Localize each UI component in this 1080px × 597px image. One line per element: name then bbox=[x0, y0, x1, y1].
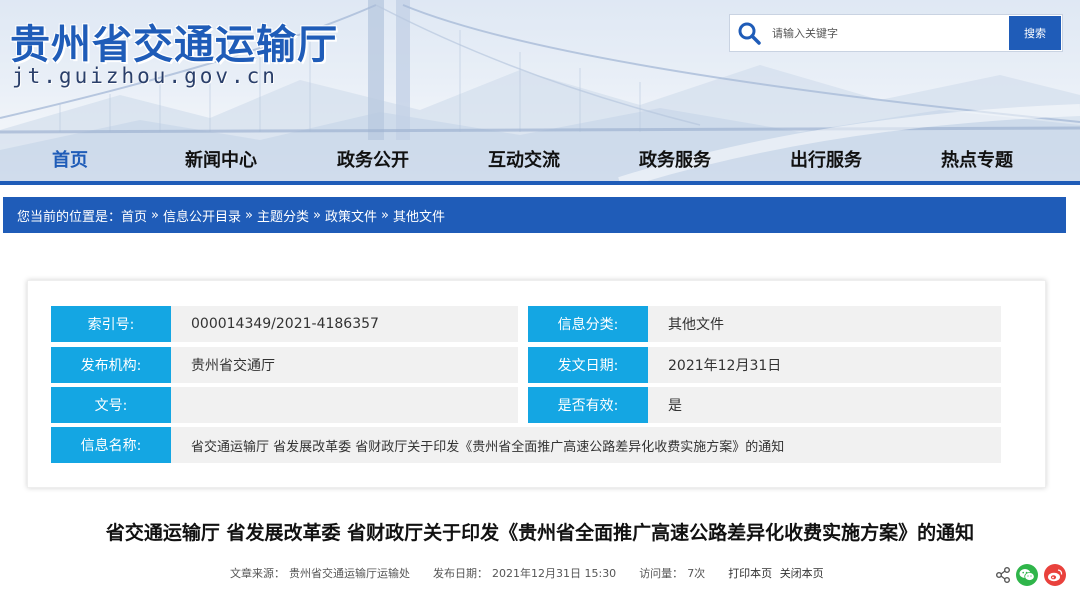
breadcrumb-prefix: 您当前的位置是： bbox=[17, 209, 122, 225]
info-value-date: 2021年12月31日 bbox=[668, 358, 782, 374]
info-label-name: 信息名称: bbox=[51, 427, 171, 463]
nav-item-home[interactable]: 首页 bbox=[52, 142, 88, 180]
wechat-icon[interactable] bbox=[1016, 564, 1038, 586]
breadcrumb-item-topic[interactable]: 主题分类 bbox=[257, 206, 309, 225]
breadcrumb-item-home[interactable]: 首页 bbox=[121, 206, 147, 225]
site-header: 贵州省交通运输厅 jt.guizhou.gov.cn 搜索 首页 新闻中心 政务… bbox=[0, 0, 1080, 183]
info-value-publisher: 贵州省交通厅 bbox=[191, 358, 275, 374]
search-button[interactable]: 搜索 bbox=[1009, 16, 1061, 50]
search-input[interactable] bbox=[768, 16, 1009, 50]
info-row-valid: 是否有效: 是 bbox=[528, 387, 1001, 423]
info-row-category: 信息分类: 其他文件 bbox=[528, 306, 1001, 342]
info-row-name: 信息名称: 省交通运输厅 省发展改革委 省财政厅关于印发《贵州省全面推广高速公路… bbox=[51, 427, 1001, 463]
info-label-date: 发文日期: bbox=[528, 347, 648, 383]
breadcrumb-separator: » bbox=[380, 207, 389, 223]
article-title: 省交通运输厅 省发展改革委 省财政厅关于印发《贵州省全面推广高速公路差异化收费实… bbox=[105, 522, 975, 544]
info-label-valid: 是否有效: bbox=[528, 387, 648, 423]
info-value-index: 000014349/2021-4186357 bbox=[191, 316, 379, 332]
breadcrumb-separator: » bbox=[151, 207, 159, 223]
breadcrumb-item-other[interactable]: 其他文件 bbox=[393, 206, 445, 225]
info-value-name: 省交通运输厅 省发展改革委 省财政厅关于印发《贵州省全面推广高速公路差异化收费实… bbox=[191, 439, 785, 455]
info-label-index: 索引号: bbox=[51, 306, 171, 342]
nav-item-topics[interactable]: 热点专题 bbox=[941, 142, 1013, 180]
site-domain: jt.guizhou.gov.cn bbox=[12, 64, 278, 88]
share-icon[interactable] bbox=[994, 566, 1012, 584]
close-page-link[interactable]: 关闭本页 bbox=[780, 567, 824, 580]
main-nav: 首页 新闻中心 政务公开 互动交流 政务服务 出行服务 热点专题 bbox=[0, 142, 1080, 180]
search-box: 搜索 bbox=[729, 14, 1063, 52]
info-row-index: 索引号: 000014349/2021-4186357 bbox=[51, 306, 518, 342]
breadcrumb: 您当前的位置是： 首页 » 信息公开目录 » 主题分类 » 政策文件 » 其他文… bbox=[3, 197, 1066, 233]
nav-underline bbox=[0, 181, 1080, 185]
info-label-publisher: 发布机构: bbox=[51, 347, 171, 383]
info-label-doc-no: 文号: bbox=[51, 387, 171, 423]
article-meta: 文章来源： 贵州省交通运输厅运输处 发布日期： 2021年12月31日 15:30 … bbox=[230, 565, 828, 581]
info-row-date: 发文日期: 2021年12月31日 bbox=[528, 347, 1001, 383]
info-value-category: 其他文件 bbox=[668, 317, 724, 333]
meta-source-label: 文章来源： bbox=[230, 567, 285, 580]
nav-item-gov-affairs[interactable]: 政务公开 bbox=[337, 142, 409, 180]
meta-source-value: 贵州省交通运输厅运输处 bbox=[289, 567, 410, 580]
breadcrumb-separator: » bbox=[313, 207, 321, 223]
weibo-icon[interactable] bbox=[1044, 564, 1066, 586]
nav-item-interaction[interactable]: 互动交流 bbox=[488, 142, 560, 180]
print-page-link[interactable]: 打印本页 bbox=[728, 567, 772, 580]
nav-item-services[interactable]: 政务服务 bbox=[639, 142, 711, 180]
breadcrumb-item-policy[interactable]: 政策文件 bbox=[325, 206, 377, 225]
share-bar bbox=[994, 564, 1066, 586]
breadcrumb-separator: » bbox=[245, 207, 253, 223]
meta-publish-label: 发布日期： bbox=[433, 567, 488, 580]
site-title: 贵州省交通运输厅 bbox=[10, 22, 338, 68]
info-label-category: 信息分类: bbox=[528, 306, 648, 342]
meta-publish-value: 2021年12月31日 15:30 bbox=[492, 567, 617, 580]
search-icon[interactable] bbox=[730, 15, 768, 51]
info-panel: 索引号: 000014349/2021-4186357 信息分类: 其他文件 发… bbox=[27, 280, 1046, 488]
nav-item-travel[interactable]: 出行服务 bbox=[790, 142, 862, 180]
meta-views-label: 访问量： bbox=[639, 567, 684, 580]
info-value-valid: 是 bbox=[668, 398, 682, 414]
info-row-doc-no: 文号: bbox=[51, 387, 518, 423]
breadcrumb-item-catalog[interactable]: 信息公开目录 bbox=[163, 206, 241, 225]
nav-item-news[interactable]: 新闻中心 bbox=[185, 142, 257, 180]
info-row-publisher: 发布机构: 贵州省交通厅 bbox=[51, 347, 518, 383]
meta-views-value: 7次 bbox=[687, 567, 706, 580]
